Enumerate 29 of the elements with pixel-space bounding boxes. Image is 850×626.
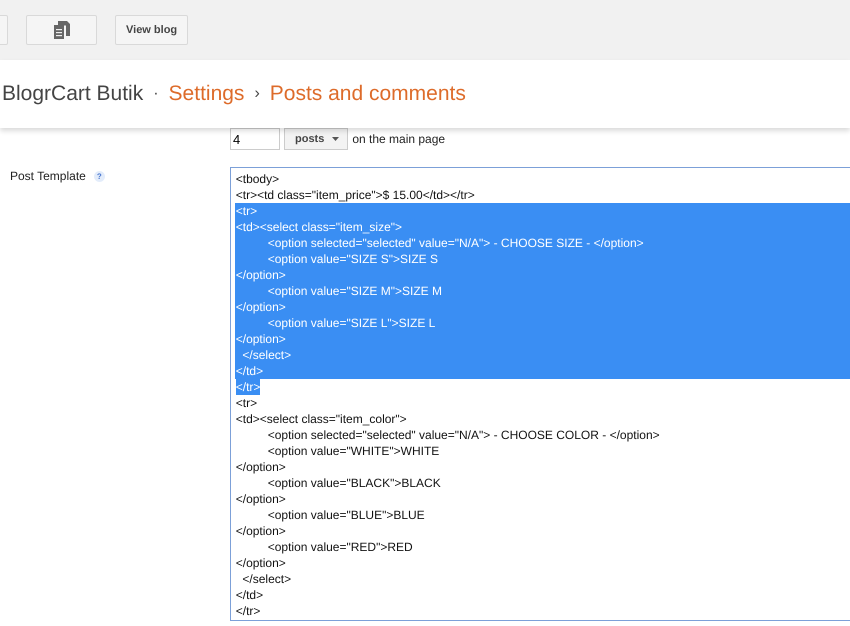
template-editor[interactable] [230, 167, 850, 621]
post-count-field[interactable]: 4 [230, 128, 280, 150]
caret-icon [332, 137, 340, 141]
code-line: </option> [236, 555, 287, 571]
code-line: <option value="RED">RED [266, 539, 414, 555]
code-line: <tr><td class="item_price">$ 15.00</td></tr> [236, 187, 476, 203]
code-line: </option> [236, 491, 287, 507]
separator-dot: · [153, 85, 159, 103]
help-icon[interactable]: ? [94, 171, 105, 182]
document-copy-icon [54, 21, 70, 39]
code-line: <tbody> [236, 171, 280, 187]
pages-button[interactable] [26, 15, 97, 45]
code-line: </option> [236, 523, 287, 539]
code-line: <td><select class="item_color"> [236, 411, 408, 427]
blog-title: BlogrCart Butik [2, 82, 144, 106]
unit-dropdown[interactable]: posts [284, 128, 348, 150]
code-line: </tr> [236, 603, 262, 619]
view-blog-button[interactable]: View blog [115, 15, 188, 45]
code-line: <option value="WHITE">WHITE [266, 443, 440, 459]
code-line: <option value="BLUE">BLUE [266, 507, 426, 523]
code-line: <option selected="selected" value="N/A"> - CHOOSE COLOR - </option> [266, 427, 661, 443]
code-line: </option> [236, 459, 287, 475]
breadcrumb-separator: › [254, 85, 260, 103]
code-line: <tr> [236, 395, 258, 411]
post-template-label: Post Template [10, 169, 86, 183]
code-line: </select> [241, 571, 292, 587]
code-line: <option value="BLACK">BLACK [266, 475, 442, 491]
code-line: </td> [236, 587, 264, 603]
posts-suffix-text: on the main page [352, 132, 446, 146]
